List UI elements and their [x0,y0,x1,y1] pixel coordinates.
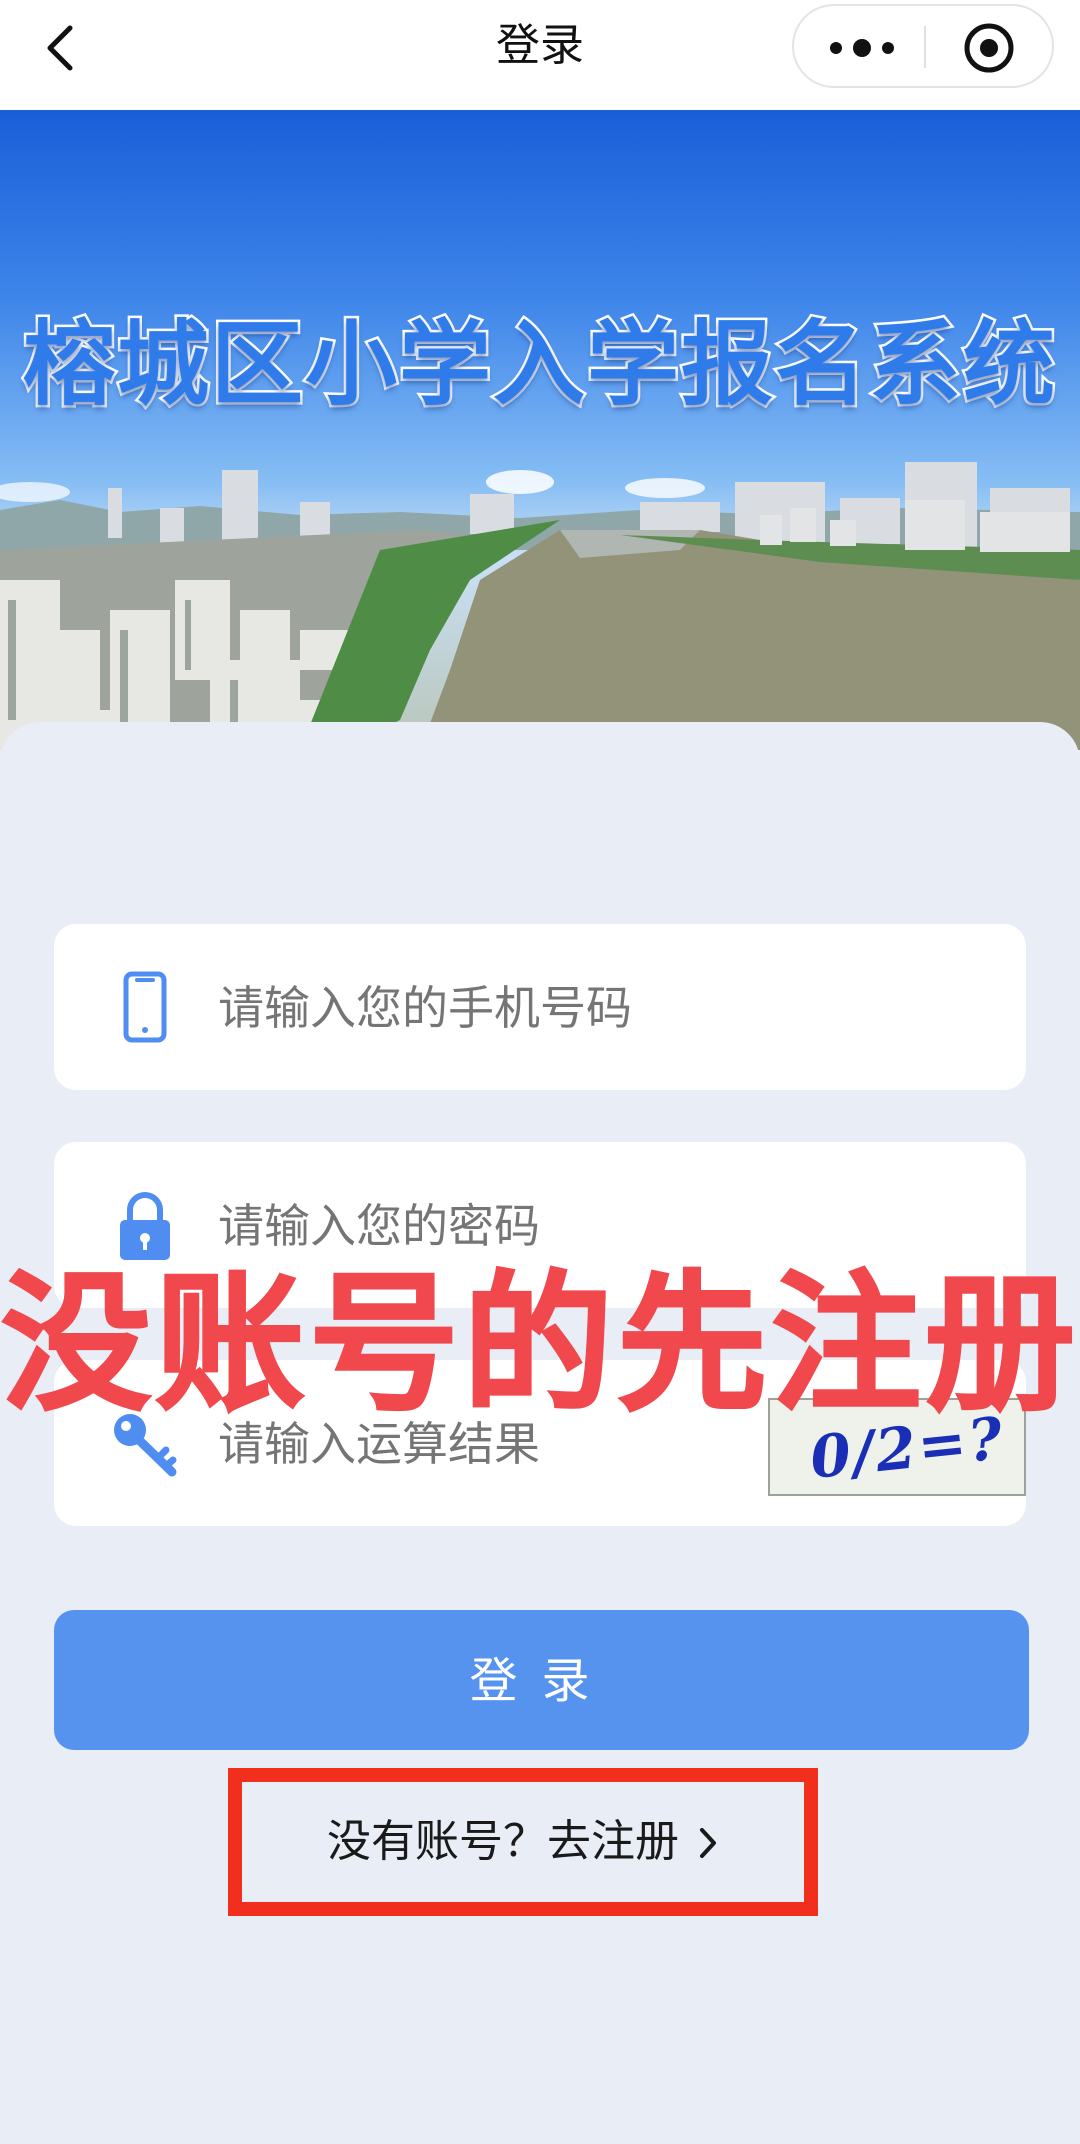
overlay-annotation: 没账号的先注册 [0,1257,1079,1433]
chevron-right-icon [700,1828,716,1858]
register-highlight-box: 没有账号？去注册 [228,1768,818,1916]
login-button[interactable]: 登录 [54,1610,1029,1750]
banner: 榕城区小学入学报名系统 [0,110,1080,750]
target-circle-icon [964,23,1014,73]
register-link-label: 没有账号？去注册 [327,1816,679,1867]
close-miniprogram-button[interactable] [949,20,1029,76]
register-link[interactable]: 没有账号？去注册 [242,1782,804,1902]
phone-field[interactable] [54,924,1026,1090]
phone-icon [123,971,167,1043]
more-dots-icon [830,39,894,57]
city-river-illustration [0,462,1080,750]
more-button[interactable] [814,20,910,76]
capsule-divider [924,26,926,68]
password-input[interactable] [218,1198,978,1254]
phone-input[interactable] [218,980,978,1036]
lock-icon [120,1192,170,1260]
nav-bar: 登录 [0,0,1080,110]
mini-program-capsule [792,4,1054,88]
banner-title: 榕城区小学入学报名系统 [20,309,1057,421]
